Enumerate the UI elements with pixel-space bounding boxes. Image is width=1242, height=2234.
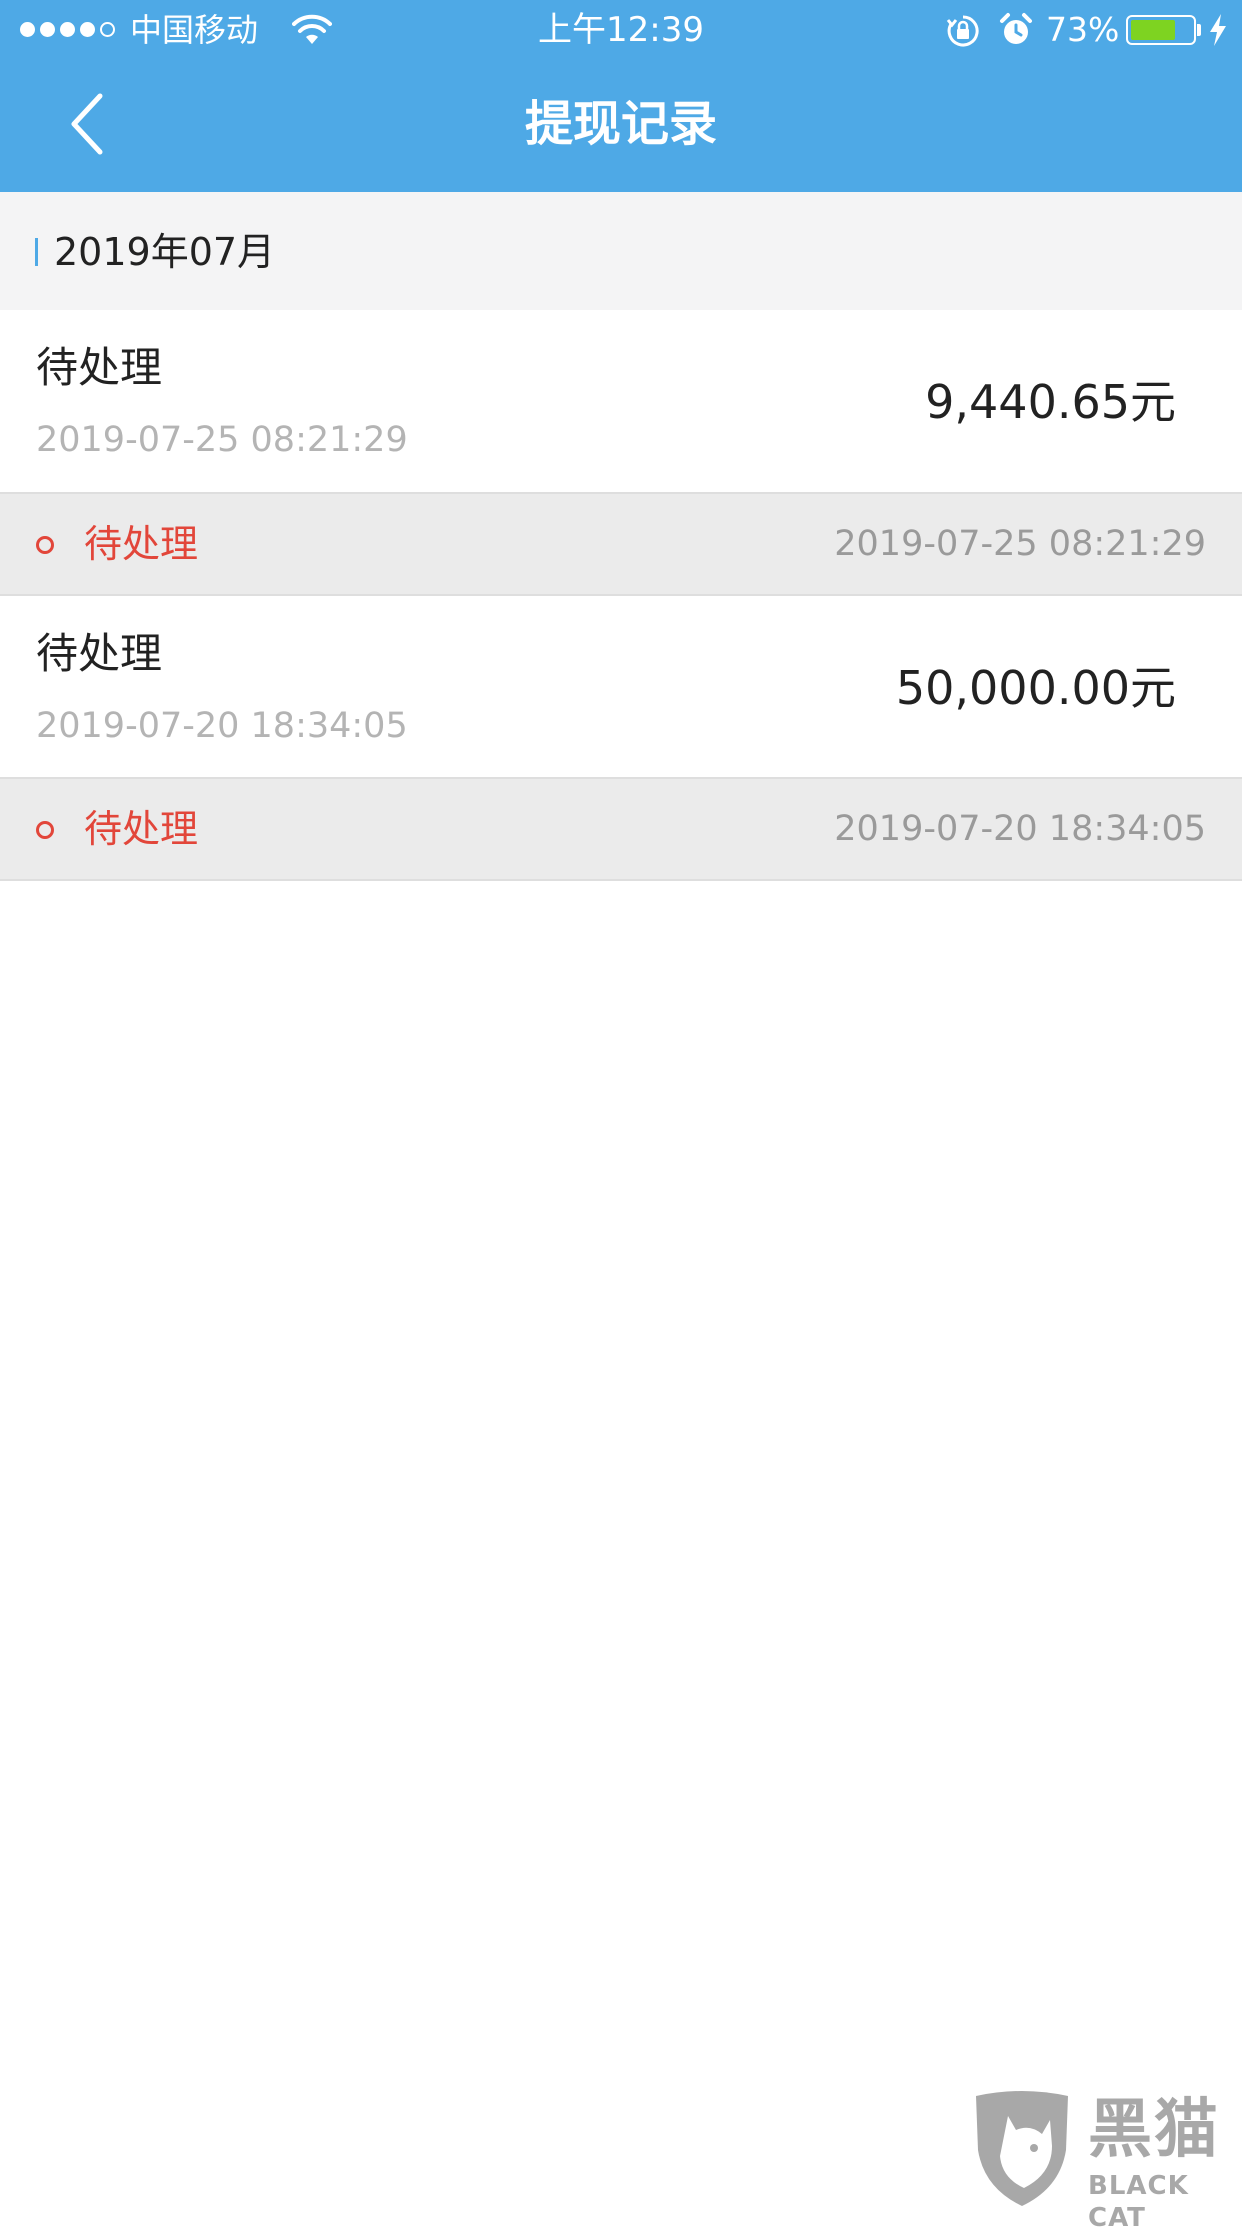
record-status: 待处理 (36, 629, 163, 678)
charging-bolt-icon (1208, 13, 1228, 51)
record-amount: 9,440.65元 (925, 375, 1176, 429)
record-time: 2019-07-25 08:21:29 (36, 420, 408, 460)
status-dot-icon (36, 821, 54, 839)
nav-bar: 提现记录 (0, 62, 1242, 192)
progress-status: 待处理 (84, 807, 199, 851)
battery-icon (1126, 15, 1196, 45)
watermark-chars: 黑猫 (1088, 2093, 1220, 2167)
chevron-left-icon (71, 93, 103, 155)
alarm-icon (998, 12, 1034, 52)
status-bar: 中国移动 上午12:39 73% (0, 0, 1242, 62)
month-accent-bar (35, 238, 38, 266)
page-title: 提现记录 (524, 96, 717, 152)
battery-cap (1197, 24, 1201, 36)
month-section-header: 2019年07月 (0, 192, 1242, 310)
withdrawal-record[interactable]: 待处理 2019-07-20 18:34:05 50,000.00元 (0, 596, 1242, 768)
back-button[interactable] (40, 76, 136, 172)
record-progress-row: 待处理 2019-07-25 08:21:29 (0, 492, 1242, 596)
record-amount: 50,000.00元 (895, 661, 1176, 715)
battery-level-fill (1131, 20, 1175, 40)
watermark-latin: BLACK CAT (1088, 2171, 1189, 2233)
header: 中国移动 上午12:39 73% 提现记录 (0, 0, 1242, 192)
progress-time: 2019-07-25 08:21:29 (834, 524, 1206, 564)
black-cat-watermark: 黑猫 BLACK CAT (968, 2090, 1242, 2233)
record-status: 待处理 (36, 343, 163, 392)
record-progress-row: 待处理 2019-07-20 18:34:05 (0, 777, 1242, 881)
month-label: 2019年07月 (54, 230, 276, 274)
cat-shield-logo-icon (976, 2091, 1068, 2206)
withdrawal-record[interactable]: 待处理 2019-07-25 08:21:29 9,440.65元 (0, 310, 1242, 482)
record-time: 2019-07-20 18:34:05 (36, 706, 408, 746)
orientation-lock-icon (946, 14, 980, 52)
progress-status: 待处理 (84, 522, 199, 566)
status-dot-icon (36, 536, 54, 554)
progress-time: 2019-07-20 18:34:05 (834, 809, 1206, 849)
battery-percent: 73% (1046, 10, 1120, 49)
